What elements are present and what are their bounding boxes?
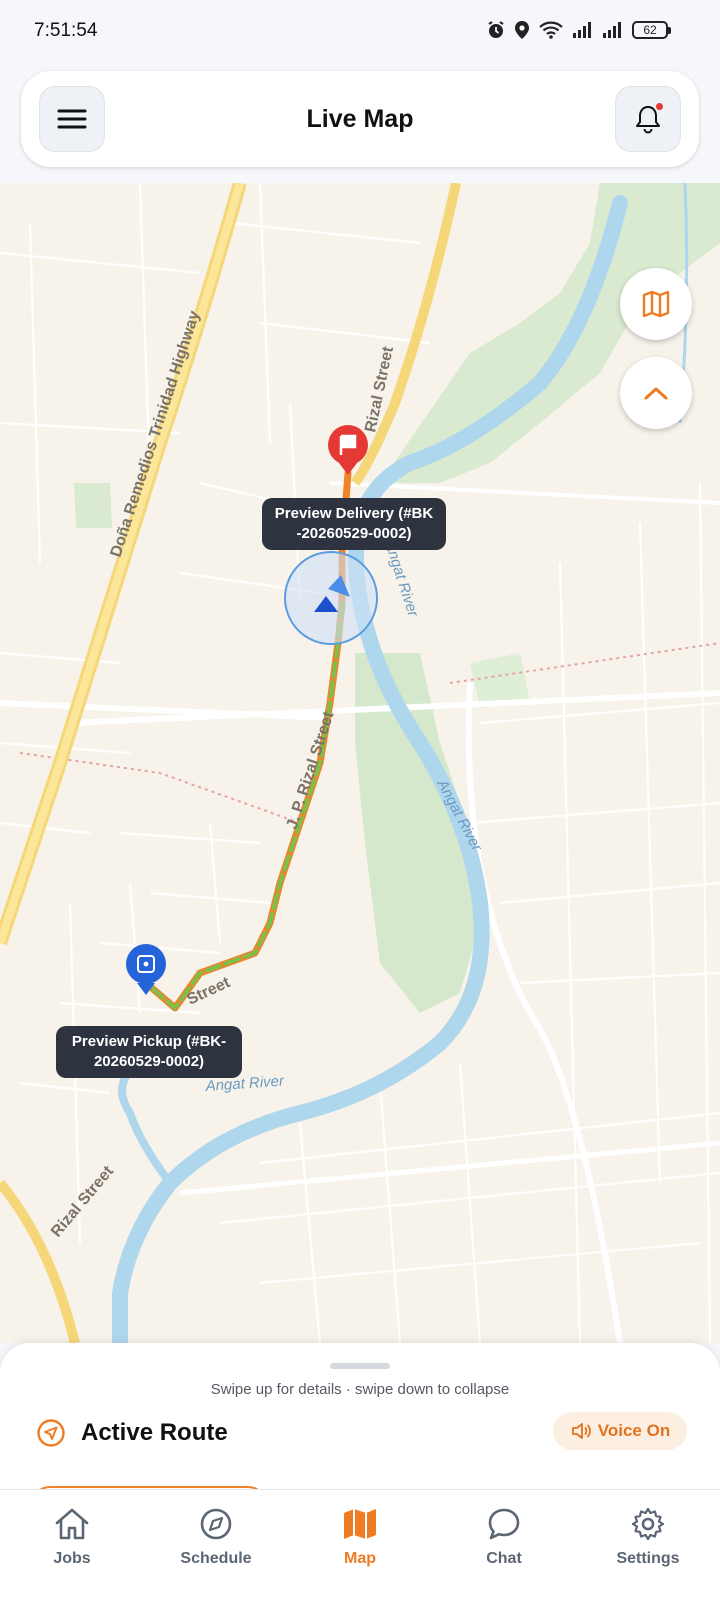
nav-label-settings: Settings	[616, 1550, 680, 1567]
map-icon	[344, 1509, 376, 1539]
nav-item-jobs[interactable]: Jobs	[0, 1490, 144, 1601]
nav-item-map[interactable]: Map	[288, 1490, 432, 1601]
nav-label-jobs: Jobs	[53, 1550, 91, 1567]
expand-up-button[interactable]	[620, 357, 692, 429]
sheet-drag-handle[interactable]	[330, 1363, 390, 1369]
nav-item-settings[interactable]: Settings	[576, 1490, 720, 1601]
status-bar: 7:51:54 62	[0, 0, 720, 62]
compass-icon	[200, 1508, 232, 1540]
gear-icon	[631, 1507, 665, 1541]
battery-indicator: 62	[632, 21, 671, 39]
status-time: 7:51:54	[34, 20, 98, 41]
bottom-navigation: Jobs Schedule Map Chat Settings	[0, 1489, 720, 1601]
speaker-icon	[571, 1423, 591, 1439]
navigation-arrow-icon	[37, 1419, 65, 1447]
nav-label-schedule: Schedule	[180, 1550, 252, 1567]
nav-item-schedule[interactable]: Schedule	[144, 1490, 288, 1601]
route-bottom-sheet[interactable]: Swipe up for details · swipe down to col…	[0, 1343, 720, 1516]
road-label: Doña Remedios Trinidad Highway	[108, 309, 204, 560]
nav-label-chat: Chat	[486, 1550, 522, 1567]
road-label: J. P. Rizal Street	[284, 709, 338, 831]
app-header: Live Map	[21, 71, 699, 167]
voice-toggle-label: Voice On	[597, 1421, 671, 1440]
map-canvas: Doña Remedios Trinidad Highway Rizal Str…	[0, 183, 720, 1343]
pickup-callout[interactable]: Preview Pickup (#BK- 20260529-0002)	[56, 1026, 242, 1078]
alarm-icon	[488, 21, 504, 38]
home-icon	[55, 1508, 89, 1540]
chat-bubble-icon	[488, 1508, 520, 1540]
chevron-up-icon	[644, 387, 668, 400]
road-label: Rizal Street	[48, 1162, 117, 1240]
sheet-hint-text: Swipe up for details · swipe down to col…	[210, 1381, 510, 1398]
pickup-pin[interactable]	[126, 944, 166, 995]
signal-icon	[603, 22, 621, 38]
active-route-title: Active Route	[81, 1419, 228, 1446]
location-icon	[515, 21, 529, 39]
wifi-icon	[539, 21, 563, 39]
notification-badge	[656, 103, 663, 110]
voice-toggle-button[interactable]: Voice On	[553, 1412, 687, 1450]
map-layers-button[interactable]	[620, 268, 692, 340]
signal-icon	[573, 22, 591, 38]
nav-label-map: Map	[344, 1550, 376, 1567]
location-accuracy-circle	[284, 551, 378, 645]
map-icon	[642, 290, 670, 318]
map-view[interactable]: Doña Remedios Trinidad Highway Rizal Str…	[0, 183, 720, 1343]
status-icons: 62	[486, 20, 671, 40]
notifications-button[interactable]	[615, 86, 681, 152]
river-label: Angat River	[381, 538, 422, 620]
page-title: Live Map	[306, 105, 414, 133]
delivery-callout[interactable]: Preview Delivery (#BK -20260529-0002)	[262, 498, 446, 550]
nav-item-chat[interactable]: Chat	[432, 1490, 576, 1601]
